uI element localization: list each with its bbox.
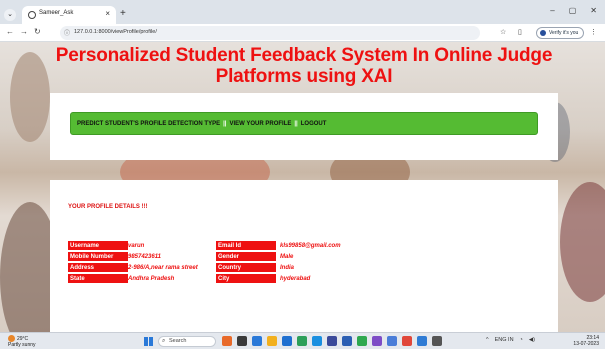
taskbar-search[interactable]: ⌕ Search (158, 336, 216, 347)
nav-view-profile[interactable]: VIEW YOUR PROFILE (229, 121, 291, 127)
weather-temp: 29°C (17, 335, 29, 342)
tab-menu-button[interactable]: ⌄ (4, 9, 16, 21)
reload-icon[interactable]: ↻ (34, 27, 41, 36)
nav-separator: || (294, 120, 298, 127)
field-label: Country (216, 263, 276, 273)
search-icon: ⌕ (162, 338, 166, 344)
url-text[interactable]: 127.0.0.1:8000/viewProfile/profile/ (74, 29, 157, 35)
volume-icon[interactable]: ◀) (529, 337, 535, 343)
browser-tabstrip: ⌄ Sameer_Ask × + – ▢ ✕ (0, 0, 605, 24)
app-icon[interactable] (297, 336, 307, 346)
split-view-icon[interactable]: ▯ (518, 28, 522, 36)
search-placeholder: Search (169, 338, 187, 344)
profile-heading: YOUR PROFILE DETAILS !!! (68, 204, 148, 210)
field-label: Mobile Number (68, 252, 128, 262)
field-value: Andhra Pradesh (128, 276, 175, 282)
weather-desc: Partly sunny (8, 342, 36, 348)
profile-label: Verify it's you (549, 30, 579, 36)
navbar: PREDICT STUDENT'S PROFILE DETECTION TYPE… (70, 112, 538, 135)
tab-close-icon[interactable]: × (105, 9, 110, 18)
table-row: Mobile Number 9857423611 Gender Male (68, 252, 568, 262)
field-value: 9857423611 (128, 254, 161, 260)
navigation-panel: PREDICT STUDENT'S PROFILE DETECTION TYPE… (50, 93, 558, 160)
field-label: City (216, 274, 276, 284)
field-label: State (68, 274, 128, 284)
tab-title: Sameer_Ask (39, 10, 74, 16)
field-label: Username (68, 241, 128, 251)
globe-icon (28, 11, 36, 19)
field-value: Male (280, 254, 294, 260)
weather-widget[interactable]: 29°C Partly sunny (8, 335, 36, 348)
folder-icon[interactable] (267, 336, 277, 346)
windows-start-icon[interactable] (144, 337, 153, 346)
close-window-icon[interactable]: ✕ (590, 6, 597, 15)
field-label: Gender (216, 252, 276, 262)
app-icon[interactable] (222, 336, 232, 346)
app-icon[interactable] (282, 336, 292, 346)
app-icon[interactable] (432, 336, 442, 346)
maximize-icon[interactable]: ▢ (569, 6, 577, 15)
edge-icon[interactable] (312, 336, 322, 346)
field-label: Address (68, 263, 128, 273)
site-info-icon[interactable]: ⓘ (64, 28, 70, 37)
app-icon[interactable] (357, 336, 367, 346)
table-row: State Andhra Pradesh City hyderabad (68, 274, 568, 284)
table-row: Username varun Email Id kls99858@gmail.c… (68, 241, 568, 251)
avatar (540, 30, 546, 36)
sun-icon (8, 335, 15, 342)
nav-separator: || (223, 120, 227, 127)
browser-toolbar: ← → ↻ ⓘ 127.0.0.1:8000/viewProfile/profi… (0, 24, 605, 42)
system-tray: ^ ENG IN ◔ ◀) (486, 337, 535, 343)
nav-predict-profile[interactable]: PREDICT STUDENT'S PROFILE DETECTION TYPE (77, 121, 220, 127)
app-icon[interactable] (237, 336, 247, 346)
wifi-icon[interactable]: ◔ (520, 337, 523, 343)
window-controls: – ▢ ✕ (550, 6, 597, 15)
minimize-icon[interactable]: – (550, 6, 554, 15)
forward-arrow-icon[interactable]: → (20, 27, 28, 36)
chrome-icon[interactable] (402, 336, 412, 346)
app-icon[interactable] (417, 336, 427, 346)
app-icon[interactable] (342, 336, 352, 346)
page-title: Personalized Student Feedback System In … (55, 45, 553, 87)
clock[interactable]: 23:14 13-07-2023 (573, 335, 599, 347)
taskbar: 29°C Partly sunny ⌕ Search ^ ENG IN ◔ ◀)… (0, 332, 605, 349)
chevron-up-icon[interactable]: ^ (486, 337, 489, 343)
taskbar-apps (222, 336, 442, 346)
more-menu-icon[interactable]: ⋮ (590, 28, 597, 36)
app-icon[interactable] (327, 336, 337, 346)
field-value: India (280, 265, 295, 271)
app-icon[interactable] (372, 336, 382, 346)
new-tab-button[interactable]: + (120, 8, 126, 19)
back-arrow-icon[interactable]: ← (6, 27, 14, 36)
lang-indicator[interactable]: ENG IN (495, 337, 514, 343)
field-value: kls99858@gmail.com (280, 243, 341, 249)
browser-tab[interactable]: Sameer_Ask × (22, 6, 116, 24)
field-value: varun (128, 243, 145, 249)
table-row: Address 2-986/A,near rama street Country… (68, 263, 568, 273)
profile-chip[interactable]: Verify it's you (536, 27, 584, 39)
field-value: hyderabad (280, 276, 311, 282)
nav-logout[interactable]: LOGOUT (301, 121, 327, 127)
clock-date: 13-07-2023 (573, 341, 599, 347)
app-icon[interactable] (252, 336, 262, 346)
field-value: 2-986/A,near rama street (128, 265, 198, 271)
app-icon[interactable] (387, 336, 397, 346)
bookmark-star-icon[interactable]: ☆ (500, 28, 506, 36)
address-bar[interactable]: ⓘ 127.0.0.1:8000/viewProfile/profile/ (60, 26, 480, 40)
profile-panel: YOUR PROFILE DETAILS !!! Username varun … (50, 180, 558, 332)
page-viewport: Personalized Student Feedback System In … (0, 42, 605, 332)
field-label: Email Id (216, 241, 276, 251)
